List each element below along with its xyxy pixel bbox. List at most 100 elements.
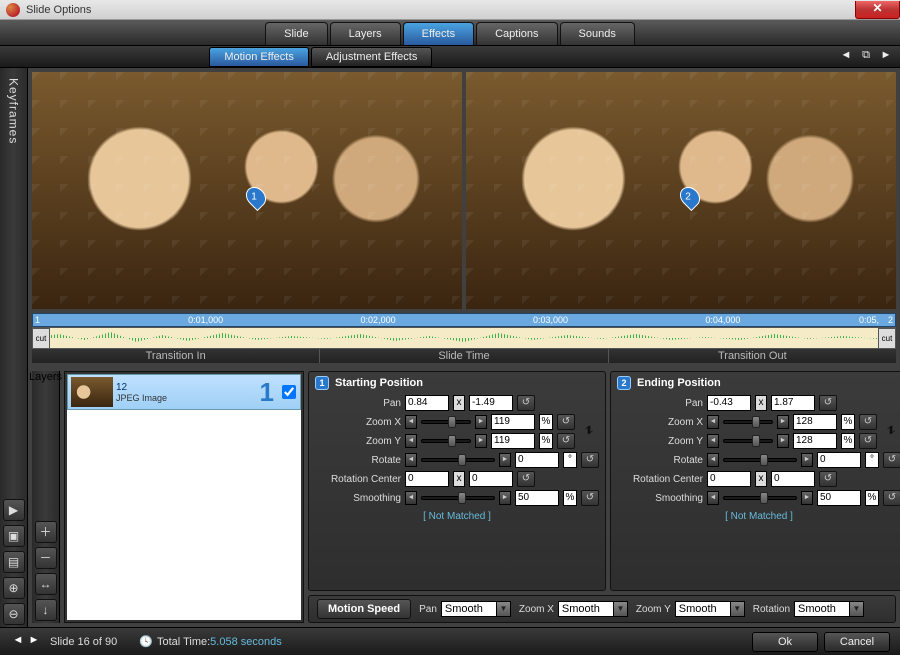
copy-keyframe-icon[interactable]: ⧉ [858, 49, 874, 65]
start-not-matched-link[interactable]: [ Not Matched ] [315, 511, 599, 522]
next-keyframe-icon[interactable]: ► [878, 49, 894, 65]
reset-smoothing-icon[interactable]: ↺ [581, 490, 599, 506]
start-rotcenter-y-input[interactable]: 0 [469, 471, 513, 487]
end-rotate-input[interactable]: 0 [817, 452, 861, 468]
zoomx-inc[interactable]: ► [777, 415, 789, 429]
smoothing-inc[interactable]: ► [499, 491, 511, 505]
start-pan-y-input[interactable]: -1.49 [469, 395, 513, 411]
ok-button[interactable]: Ok [752, 632, 818, 652]
zoomx-inc[interactable]: ► [475, 415, 487, 429]
zoomy-dec[interactable]: ◄ [707, 434, 719, 448]
window-close-button[interactable]: ✕ [855, 1, 900, 19]
reset-zoomy-icon[interactable]: ↺ [557, 433, 575, 449]
preview-start[interactable]: 1 [32, 72, 462, 309]
zoomx-dec[interactable]: ◄ [405, 415, 417, 429]
add-keyframe-button[interactable]: ▣ [3, 525, 25, 547]
start-rotate-input[interactable]: 0 [515, 452, 559, 468]
zoom-in-button[interactable]: ⊕ [3, 577, 25, 599]
cut-in-button[interactable]: cut [32, 328, 50, 349]
smoothing-dec[interactable]: ◄ [707, 491, 719, 505]
end-smoothing-input[interactable]: 50 [817, 490, 861, 506]
tab-layers[interactable]: Layers [330, 22, 401, 45]
ruler-tick: 0:05, [859, 315, 879, 325]
end-rotcenter-x-input[interactable]: 0 [707, 471, 751, 487]
rotate-inc[interactable]: ► [499, 453, 511, 467]
preview-end[interactable]: 2 [466, 72, 896, 309]
start-smoothing-slider[interactable] [421, 491, 495, 505]
end-zoomx-slider[interactable] [723, 415, 773, 429]
tab-slide[interactable]: Slide [265, 22, 327, 45]
reset-rotcenter-icon[interactable]: ↺ [819, 471, 837, 487]
play-button[interactable]: ▶ [3, 499, 25, 521]
cut-out-button[interactable]: cut [878, 328, 896, 349]
start-rotcenter-x-input[interactable]: 0 [405, 471, 449, 487]
start-zoomx-input[interactable]: 119 [491, 414, 535, 430]
layer-visible-checkbox[interactable] [282, 385, 296, 399]
smoothing-dec[interactable]: ◄ [405, 491, 417, 505]
start-zoomy-slider[interactable] [421, 434, 471, 448]
reset-rotate-icon[interactable]: ↺ [581, 452, 599, 468]
speed-zoomy-combo[interactable]: Smooth▼ [675, 601, 745, 617]
prev-slide-button[interactable]: ◄ [10, 634, 26, 650]
audio-waveform[interactable]: cut cut [32, 327, 896, 349]
chevron-down-icon[interactable]: ▼ [849, 602, 863, 616]
speed-rotation-combo[interactable]: Smooth▼ [794, 601, 864, 617]
rotate-inc[interactable]: ► [801, 453, 813, 467]
chevron-down-icon[interactable]: ▼ [613, 602, 627, 616]
start-smoothing-input[interactable]: 50 [515, 490, 559, 506]
remove-layer-button[interactable]: － [35, 547, 57, 569]
tab-sounds[interactable]: Sounds [560, 22, 635, 45]
ruler-end-flag[interactable]: 2 [888, 315, 893, 325]
rotate-dec[interactable]: ◄ [707, 453, 719, 467]
speed-zoomx-combo[interactable]: Smooth▼ [558, 601, 628, 617]
time-ruler[interactable]: 1 0:01,000 0:02,000 0:03,000 0:04,000 0:… [32, 313, 896, 327]
reset-zoomx-icon[interactable]: ↺ [859, 414, 877, 430]
end-not-matched-link[interactable]: [ Not Matched ] [617, 511, 900, 522]
prev-keyframe-icon[interactable]: ◄ [838, 49, 854, 65]
end-rotate-slider[interactable] [723, 453, 797, 467]
chevron-down-icon[interactable]: ▼ [496, 602, 510, 616]
reset-zoomy-icon[interactable]: ↺ [859, 433, 877, 449]
end-smoothing-slider[interactable] [723, 491, 797, 505]
start-zoomx-slider[interactable] [421, 415, 471, 429]
chevron-down-icon[interactable]: ▼ [730, 602, 744, 616]
move-layer-down-button[interactable]: ↓ [35, 599, 57, 621]
link-zoom-icon[interactable]: ⥮ [881, 414, 900, 449]
reset-zoomx-icon[interactable]: ↺ [557, 414, 575, 430]
end-rotcenter-y-input[interactable]: 0 [771, 471, 815, 487]
end-pan-x-input[interactable]: -0.43 [707, 395, 751, 411]
end-zoomy-input[interactable]: 128 [793, 433, 837, 449]
add-layer-button[interactable]: ＋ [35, 521, 57, 543]
rotate-dec[interactable]: ◄ [405, 453, 417, 467]
tab-captions[interactable]: Captions [476, 22, 557, 45]
end-zoomx-input[interactable]: 128 [793, 414, 837, 430]
end-zoomy-slider[interactable] [723, 434, 773, 448]
reset-rotate-icon[interactable]: ↺ [883, 452, 900, 468]
layer-row[interactable]: 12 JPEG Image 1 [67, 374, 301, 410]
next-slide-button[interactable]: ► [26, 634, 42, 650]
subtab-adjustment-effects[interactable]: Adjustment Effects [311, 47, 433, 67]
reset-pan-icon[interactable]: ↺ [517, 395, 535, 411]
zoomy-inc[interactable]: ► [777, 434, 789, 448]
end-pan-y-input[interactable]: 1.87 [771, 395, 815, 411]
reset-pan-icon[interactable]: ↺ [819, 395, 837, 411]
zoomx-dec[interactable]: ◄ [707, 415, 719, 429]
move-layer-horizontal-button[interactable]: ↔ [35, 573, 57, 595]
reset-rotcenter-icon[interactable]: ↺ [517, 471, 535, 487]
remove-keyframe-button[interactable]: ▤ [3, 551, 25, 573]
zoomy-dec[interactable]: ◄ [405, 434, 417, 448]
start-rotate-slider[interactable] [421, 453, 495, 467]
zoom-out-button[interactable]: ⊖ [3, 603, 25, 625]
link-zoom-icon[interactable]: ⥮ [579, 414, 599, 449]
reset-smoothing-icon[interactable]: ↺ [883, 490, 900, 506]
smoothing-inc[interactable]: ► [801, 491, 813, 505]
start-zoomy-input[interactable]: 119 [491, 433, 535, 449]
tab-effects[interactable]: Effects [403, 22, 474, 45]
ruler-start-flag[interactable]: 1 [35, 315, 40, 325]
layer-list[interactable]: 12 JPEG Image 1 [67, 374, 301, 620]
speed-pan-combo[interactable]: Smooth▼ [441, 601, 511, 617]
zoomy-inc[interactable]: ► [475, 434, 487, 448]
subtab-motion-effects[interactable]: Motion Effects [209, 47, 309, 67]
cancel-button[interactable]: Cancel [824, 632, 890, 652]
start-pan-x-input[interactable]: 0.84 [405, 395, 449, 411]
